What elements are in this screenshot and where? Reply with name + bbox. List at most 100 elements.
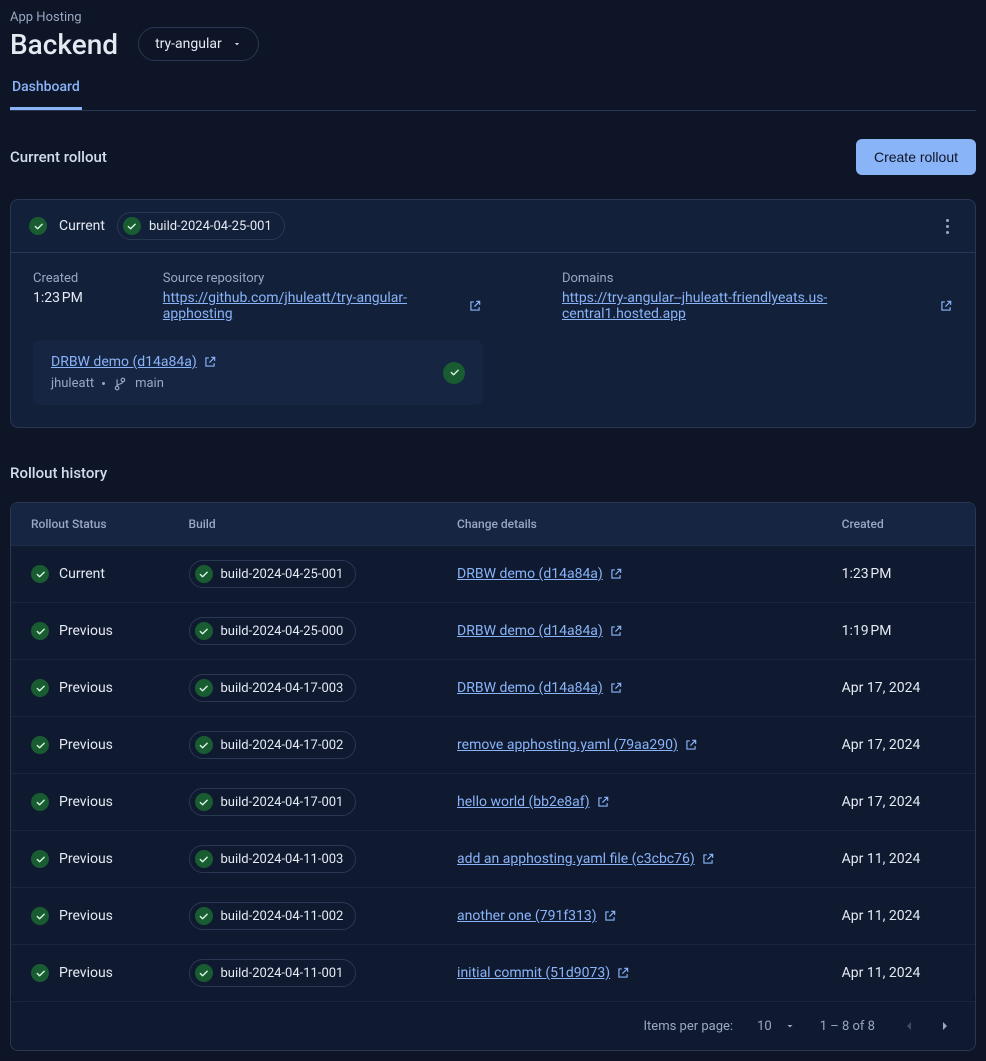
chevron-down-icon [784,1020,796,1032]
check-circle-icon [195,736,213,754]
project-selector[interactable]: try-angular [138,27,259,61]
build-chip-label: build-2024-04-11-002 [221,909,344,924]
create-rollout-button[interactable]: Create rollout [856,139,976,175]
rollout-status-label: Current [59,218,105,234]
change-link[interactable]: DRBW demo (d14a84a) [457,680,623,696]
table-pager: Items per page: 10 1 – 8 of 8 [11,1001,975,1050]
current-rollout-card: Current build-2024-04-25-001 Created 1:2… [10,199,976,428]
check-circle-icon [31,964,49,982]
table-row[interactable]: Previous build-2024-04-17-003 DRBW demo (d… [11,660,975,717]
build-chip[interactable]: build-2024-04-25-000 [189,617,357,645]
external-link-icon [468,299,482,313]
check-circle-icon [195,964,213,982]
external-link-icon [701,852,715,866]
change-link[interactable]: remove apphosting.yaml (79aa290) [457,737,698,753]
col-change: Change details [437,503,822,546]
build-chip[interactable]: build-2024-04-17-001 [189,788,357,816]
page-title: Backend [10,28,118,61]
check-circle-icon [31,679,49,697]
external-link-icon [609,624,623,638]
table-row[interactable]: Current build-2024-04-25-001 DRBW demo (d1… [11,546,975,603]
check-circle-icon [195,679,213,697]
external-link-icon [684,738,698,752]
check-circle-icon [31,736,49,754]
table-row[interactable]: Previousbuild-2024-04-11-003add an appho… [11,831,975,888]
status-text: Previous [59,623,113,639]
build-chip-label: build-2024-04-11-001 [221,966,344,981]
status-text: Previous [59,680,113,696]
external-link-icon [596,795,610,809]
change-link[interactable]: add an apphosting.yaml file (c3cbc76) [457,851,715,867]
external-link-icon [616,966,630,980]
items-per-page-label: Items per page: [644,1019,734,1034]
table-row[interactable]: Previous build-2024-04-11-001 initial comm… [11,945,975,1002]
change-link-text: DRBW demo (d14a84a) [457,623,603,639]
change-link[interactable]: DRBW demo (d14a84a) [457,623,623,639]
external-link-icon [203,355,217,369]
check-circle-icon [195,907,213,925]
status-text: Current [59,566,105,582]
table-row[interactable]: Previous build-2024-04-25-000 DRBW demo (d… [11,603,975,660]
created-label: Created [33,271,83,286]
current-rollout-heading: Current rollout [10,148,107,166]
change-link-text: DRBW demo (d14a84a) [457,680,603,696]
next-page-button[interactable] [935,1016,955,1036]
chevron-left-icon [901,1018,917,1034]
change-link[interactable]: initial commit (51d9073) [457,965,630,981]
domains-label: Domains [562,271,953,286]
created-cell: Apr 11, 2024 [822,945,975,1002]
build-chip-label: build-2024-04-17-002 [221,738,344,753]
change-link[interactable]: hello world (bb2e8af) [457,794,610,810]
build-chip[interactable]: build-2024-04-25-001 [189,560,357,588]
prev-page-button[interactable] [899,1016,919,1036]
page-size-select[interactable]: 10 [757,1019,796,1034]
page-size-value: 10 [757,1019,772,1034]
rollout-history-heading: Rollout history [10,464,976,482]
tab-dashboard[interactable]: Dashboard [10,79,82,110]
build-chip-label: build-2024-04-11-003 [221,852,344,867]
build-chip[interactable]: build-2024-04-17-003 [189,674,357,702]
change-link-text: another one (791f313) [457,908,597,924]
external-link-icon [609,681,623,695]
status-text: Previous [59,737,113,753]
change-link[interactable]: another one (791f313) [457,908,617,924]
chevron-down-icon [232,39,242,49]
change-link-text: initial commit (51d9073) [457,965,610,981]
breadcrumb: App Hosting [10,10,976,25]
commit-link-text: DRBW demo (d14a84a) [51,354,197,370]
commit-link[interactable]: DRBW demo (d14a84a) [51,354,217,370]
check-circle-icon [123,217,141,235]
build-chip[interactable]: build-2024-04-11-001 [189,959,357,987]
domain-link-text: https://try-angular--jhuleatt-friendlyea… [562,290,933,322]
status-text: Previous [59,965,113,981]
status-text: Previous [59,794,113,810]
repo-link-text: https://github.com/jhuleatt/try-angular-… [163,290,462,322]
status-text: Previous [59,908,113,924]
build-chip-label: build-2024-04-17-001 [221,795,344,810]
table-row[interactable]: Previous build-2024-04-17-002 remove appho… [11,717,975,774]
table-row[interactable]: Previous build-2024-04-11-002 another one … [11,888,975,945]
check-circle-icon [31,907,49,925]
check-circle-icon [195,793,213,811]
overflow-menu-button[interactable] [937,213,957,240]
separator-dot [102,382,105,385]
check-circle-icon [31,850,49,868]
build-chip[interactable]: build-2024-04-11-003 [189,845,357,873]
created-cell: Apr 17, 2024 [822,660,975,717]
check-circle-icon [195,565,213,583]
branch-icon [113,377,127,391]
build-chip-label: build-2024-04-25-001 [221,567,344,582]
created-cell: Apr 11, 2024 [822,888,975,945]
repo-link[interactable]: https://github.com/jhuleatt/try-angular-… [163,290,482,322]
col-build: Build [169,503,438,546]
external-link-icon [609,567,623,581]
build-chip[interactable]: build-2024-04-11-002 [189,902,357,930]
domain-link[interactable]: https://try-angular--jhuleatt-friendlyea… [562,290,953,322]
build-chip[interactable]: build-2024-04-17-002 [189,731,357,759]
table-row[interactable]: Previous build-2024-04-17-001 hello world … [11,774,975,831]
change-link[interactable]: DRBW demo (d14a84a) [457,566,623,582]
rollout-history-table: Rollout Status Build Change details Crea… [11,503,975,1001]
change-link-text: remove apphosting.yaml (79aa290) [457,737,678,753]
commit-card: DRBW demo (d14a84a) jhuleatt main [33,340,483,405]
build-chip[interactable]: build-2024-04-25-001 [117,212,285,240]
